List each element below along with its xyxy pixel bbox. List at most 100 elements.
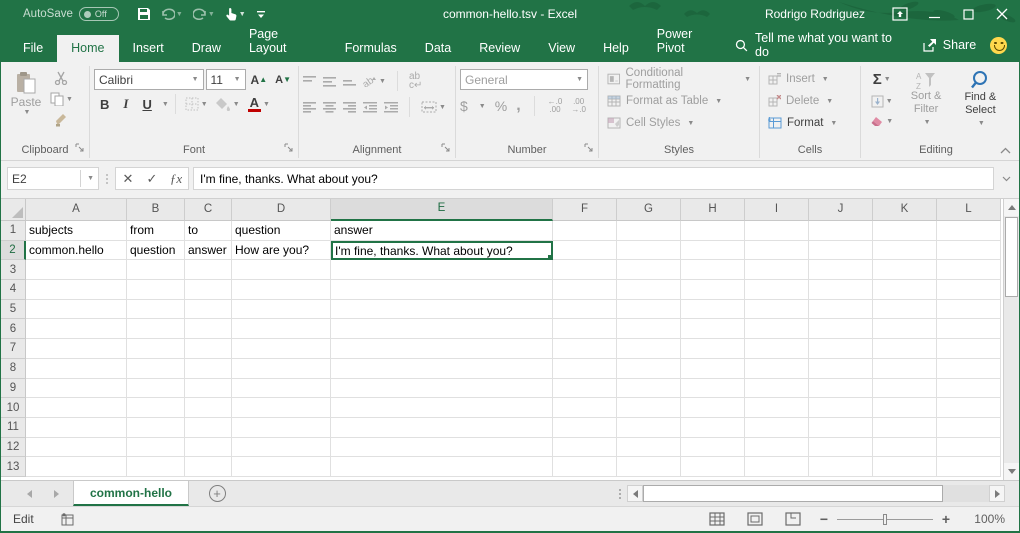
tab-help[interactable]: Help: [589, 35, 643, 62]
cell-I11[interactable]: [745, 418, 809, 438]
orientation-button[interactable]: ab ▼: [363, 75, 386, 87]
cell-C2[interactable]: answer: [185, 241, 232, 261]
cell-I4[interactable]: [745, 280, 809, 300]
cell-L11[interactable]: [937, 418, 1001, 438]
cell-F6[interactable]: [553, 319, 617, 339]
minimize-button[interactable]: [917, 0, 951, 28]
column-header-E[interactable]: E: [331, 199, 553, 221]
cell-K5[interactable]: [873, 300, 937, 320]
font-size-select[interactable]: 11 ▼: [206, 69, 246, 90]
cell-B3[interactable]: [127, 260, 185, 280]
tab-insert[interactable]: Insert: [119, 35, 178, 62]
cell-C5[interactable]: [185, 300, 232, 320]
row-header-4[interactable]: 4: [1, 280, 26, 300]
cell-D8[interactable]: [232, 359, 331, 379]
scroll-down-button[interactable]: [1004, 463, 1019, 480]
increase-decimal-button[interactable]: ←.0.00: [548, 98, 563, 114]
cell-F5[interactable]: [553, 300, 617, 320]
cell-B7[interactable]: [127, 339, 185, 359]
font-color-button[interactable]: A ▼: [245, 94, 273, 114]
cell-A3[interactable]: [26, 260, 127, 280]
previous-sheet-button[interactable]: [27, 490, 32, 498]
cell-J13[interactable]: [809, 457, 873, 477]
zoom-in-button[interactable]: +: [941, 511, 951, 527]
cell-G11[interactable]: [617, 418, 681, 438]
cell-L6[interactable]: [937, 319, 1001, 339]
cell-F1[interactable]: [553, 221, 617, 241]
decrease-font-size-button[interactable]: A▼: [272, 72, 294, 88]
format-cells-button[interactable]: Format ▼: [764, 112, 856, 134]
cell-styles-button[interactable]: Cell Styles ▼: [603, 112, 755, 134]
column-header-D[interactable]: D: [232, 199, 331, 221]
cell-E4[interactable]: [331, 280, 553, 300]
row-header-1[interactable]: 1: [1, 221, 26, 241]
cell-E12[interactable]: [331, 438, 553, 458]
cell-G6[interactable]: [617, 319, 681, 339]
autosave-toggle[interactable]: AutoSave Off: [23, 7, 119, 21]
cell-B9[interactable]: [127, 379, 185, 399]
user-name[interactable]: Rodrigo Rodriguez: [765, 7, 865, 21]
new-sheet-button[interactable]: +: [189, 481, 245, 506]
cell-D1[interactable]: question: [232, 221, 331, 241]
row-header-9[interactable]: 9: [1, 379, 26, 399]
row-header-5[interactable]: 5: [1, 300, 26, 320]
tab-home[interactable]: Home: [57, 35, 118, 62]
close-button[interactable]: [985, 0, 1019, 28]
column-header-I[interactable]: I: [745, 199, 809, 221]
page-layout-view-button[interactable]: [747, 512, 763, 526]
vertical-scrollbar[interactable]: [1003, 199, 1019, 480]
cell-G10[interactable]: [617, 398, 681, 418]
cell-L2[interactable]: [937, 241, 1001, 261]
cell-F12[interactable]: [553, 438, 617, 458]
row-header-7[interactable]: 7: [1, 339, 26, 359]
cell-K2[interactable]: [873, 241, 937, 261]
cell-E8[interactable]: [331, 359, 553, 379]
cell-K1[interactable]: [873, 221, 937, 241]
paste-button[interactable]: Paste ▼: [5, 66, 47, 142]
cell-E3[interactable]: [331, 260, 553, 280]
macro-record-button[interactable]: [60, 513, 75, 526]
cell-G4[interactable]: [617, 280, 681, 300]
increase-font-size-button[interactable]: A▲: [248, 71, 271, 89]
select-all-corner[interactable]: [1, 199, 26, 221]
save-button[interactable]: [133, 2, 155, 26]
cell-L10[interactable]: [937, 398, 1001, 418]
cell-D3[interactable]: [232, 260, 331, 280]
cell-J9[interactable]: [809, 379, 873, 399]
row-header-10[interactable]: 10: [1, 398, 26, 418]
cell-H11[interactable]: [681, 418, 745, 438]
cell-D2[interactable]: How are you?: [232, 241, 331, 261]
cell-I2[interactable]: [745, 241, 809, 261]
clear-button[interactable]: ▼: [865, 113, 898, 129]
cell-K10[interactable]: [873, 398, 937, 418]
sort-filter-button[interactable]: AZ Sort & Filter ▼: [900, 66, 951, 142]
decrease-decimal-button[interactable]: .00→.0: [571, 98, 586, 114]
cell-D7[interactable]: [232, 339, 331, 359]
cell-I3[interactable]: [745, 260, 809, 280]
align-middle-icon[interactable]: [323, 76, 336, 87]
cell-B8[interactable]: [127, 359, 185, 379]
cell-K6[interactable]: [873, 319, 937, 339]
cell-D11[interactable]: [232, 418, 331, 438]
row-header-6[interactable]: 6: [1, 319, 26, 339]
cell-C13[interactable]: [185, 457, 232, 477]
ribbon-display-options-button[interactable]: [883, 0, 917, 28]
cell-A9[interactable]: [26, 379, 127, 399]
row-header-2[interactable]: 2: [1, 241, 26, 261]
cell-G1[interactable]: [617, 221, 681, 241]
increase-indent-icon[interactable]: [384, 102, 398, 113]
cell-B5[interactable]: [127, 300, 185, 320]
row-header-8[interactable]: 8: [1, 359, 26, 379]
sheet-tab-common-hello[interactable]: common-hello: [73, 481, 189, 506]
cell-C7[interactable]: [185, 339, 232, 359]
cell-K3[interactable]: [873, 260, 937, 280]
align-bottom-icon[interactable]: [343, 76, 356, 87]
cell-J7[interactable]: [809, 339, 873, 359]
align-top-icon[interactable]: [303, 76, 316, 87]
scroll-right-button[interactable]: [989, 485, 1005, 502]
cell-H9[interactable]: [681, 379, 745, 399]
cell-F9[interactable]: [553, 379, 617, 399]
formula-input[interactable]: I'm fine, thanks. What about you?: [193, 167, 994, 190]
cell-B2[interactable]: question: [127, 241, 185, 261]
column-header-G[interactable]: G: [617, 199, 681, 221]
